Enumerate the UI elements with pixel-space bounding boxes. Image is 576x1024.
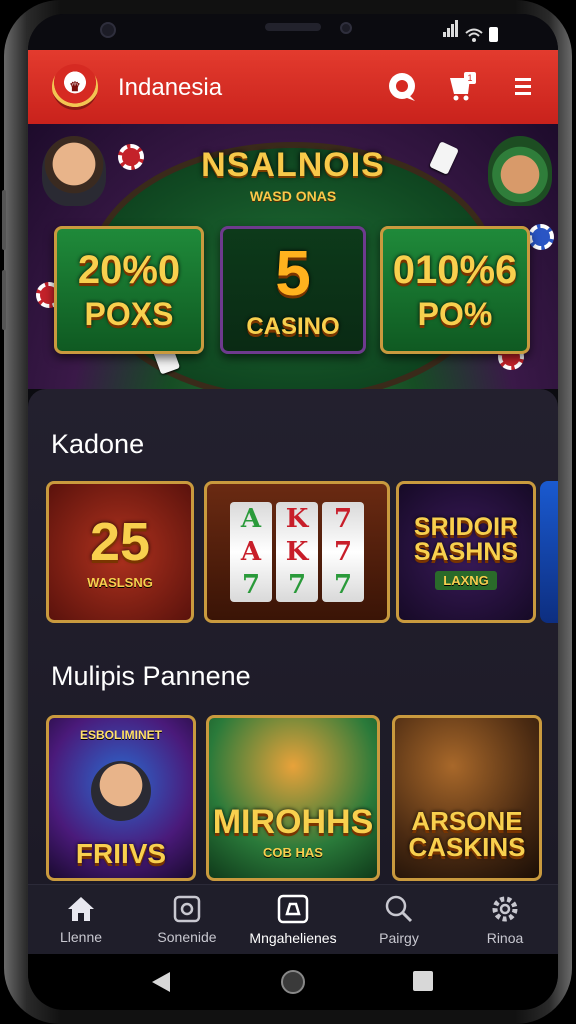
- promo-label: CASINO: [246, 313, 340, 340]
- game-tile[interactable]: 25 WASLSNG: [46, 481, 194, 623]
- app-header: ♛ Indanesia 1: [28, 50, 558, 124]
- promo-banner[interactable]: NSALNOIS WASD ONAS 20%0 POXS 5 CASINO 01…: [28, 124, 558, 389]
- svg-text:1: 1: [467, 73, 472, 83]
- reel-symbol: 7: [333, 503, 353, 534]
- promo-value: 010%6: [392, 248, 518, 292]
- app-title: Indanesia: [118, 74, 223, 101]
- nav-label: Llenne: [59, 928, 103, 945]
- promo-value: 5: [275, 237, 311, 309]
- menu-icon[interactable]: [506, 70, 540, 104]
- recents-icon[interactable]: [412, 970, 434, 992]
- cart-icon[interactable]: 1: [446, 70, 480, 104]
- volume-button: [2, 270, 6, 330]
- nav-label: Mngahelienes: [249, 929, 337, 946]
- volume-button: [2, 190, 6, 250]
- game-tile-subtitle: LAXNG: [435, 570, 497, 590]
- game-tile-subtitle: COB HAS: [263, 845, 323, 860]
- system-nav-bar: [28, 954, 558, 1010]
- square-icon: [173, 895, 201, 922]
- nav-label: Sonenide: [157, 928, 217, 945]
- game-tile-subtitle: ESBOLIMINET: [79, 728, 162, 742]
- game-tile-title: FRIIVS: [75, 838, 167, 869]
- chip-icon: [118, 144, 144, 170]
- section-title: Kadone: [51, 429, 145, 459]
- reel-symbol: K: [285, 503, 309, 534]
- reel-symbol: A: [240, 503, 262, 534]
- reel-symbol: K: [285, 536, 309, 567]
- app-logo[interactable]: ♛: [52, 64, 98, 110]
- chip-icon: [528, 224, 554, 250]
- gear-icon: [492, 896, 518, 921]
- game-tile[interactable]: SRIDOIR SASHNS LAXNG: [396, 481, 536, 623]
- nav-item-second[interactable]: Sonenide: [134, 885, 240, 954]
- reel-symbol: 7: [287, 570, 307, 601]
- promo-label: PO%: [417, 296, 493, 332]
- card-icon: [429, 141, 459, 175]
- promo-label: POXS: [84, 296, 174, 332]
- game-tile-title: 25: [89, 511, 151, 572]
- slot-game-tile[interactable]: AA7 KK7 777: [204, 481, 390, 623]
- character-avatar: [91, 761, 151, 821]
- reel-symbol: 7: [333, 570, 353, 601]
- status-bar: [28, 14, 558, 50]
- promo-card-center[interactable]: 5 CASINO: [220, 226, 366, 354]
- banner-title: NSALNOIS: [201, 146, 385, 184]
- promo-card-right[interactable]: 010%6 PO%: [380, 226, 530, 354]
- search-icon: [385, 895, 413, 922]
- camera-icon: [277, 894, 309, 923]
- game-tile-subtitle: WASLSNG: [87, 574, 153, 590]
- camera-icon: [100, 22, 116, 38]
- reel-symbol: 7: [241, 570, 261, 601]
- screen: ♛ Indanesia 1 NSALNOIS WASD ONAS 20%0 PO…: [28, 14, 558, 1010]
- home-icon: [68, 896, 94, 921]
- chat-icon[interactable]: [386, 70, 420, 104]
- battery-icon: [489, 27, 498, 42]
- bottom-nav: Llenne Sonenide Mngahelienes Pairgy Rino…: [28, 884, 558, 954]
- content-panel: Kadone 25 WASLSNG AA7 KK7 777 SRIDOIR SA…: [28, 389, 558, 884]
- signal-icon: [443, 20, 459, 42]
- game-tile[interactable]: ARSONE CASKINS: [392, 715, 542, 881]
- slot-reels: AA7 KK7 777: [230, 502, 364, 602]
- banner-subtitle: WASD ONAS: [249, 188, 337, 204]
- reel-symbol: A: [240, 536, 262, 567]
- game-tile[interactable]: MIROHHS COB HAS: [206, 715, 380, 881]
- promo-value: 20%0: [77, 248, 181, 292]
- nav-item-home[interactable]: Llenne: [28, 885, 134, 954]
- home-button-icon[interactable]: [279, 968, 307, 996]
- reel-symbol: 7: [333, 536, 353, 567]
- speaker: [265, 23, 321, 31]
- player-avatar: [488, 136, 552, 206]
- promo-card-left[interactable]: 20%0 POXS: [54, 226, 204, 354]
- back-icon[interactable]: [150, 970, 172, 994]
- wifi-icon: [465, 28, 483, 42]
- nav-item-search[interactable]: Pairgy: [346, 885, 452, 954]
- sensor-icon: [340, 22, 352, 34]
- status-icons: [443, 20, 498, 42]
- nav-item-settings[interactable]: Rinoa: [452, 885, 558, 954]
- nav-label: Rinoa: [486, 929, 524, 946]
- game-tile-title: ARSONE CASKINS: [408, 806, 526, 862]
- nav-label: Pairgy: [379, 929, 419, 946]
- dealer-avatar: [42, 136, 106, 206]
- section-title: Mulipis Pannene: [51, 661, 251, 691]
- game-tile-title: SRIDOIR SASHNS: [413, 512, 519, 566]
- game-tile-title: MIROHHS: [212, 803, 374, 841]
- phone-frame: ♛ Indanesia 1 NSALNOIS WASD ONAS 20%0 PO…: [2, 0, 572, 1024]
- game-tile[interactable]: ESBOLIMINET FRIIVS: [46, 715, 196, 881]
- game-tile-partial[interactable]: [540, 481, 558, 623]
- nav-item-third[interactable]: Mngahelienes: [240, 885, 346, 954]
